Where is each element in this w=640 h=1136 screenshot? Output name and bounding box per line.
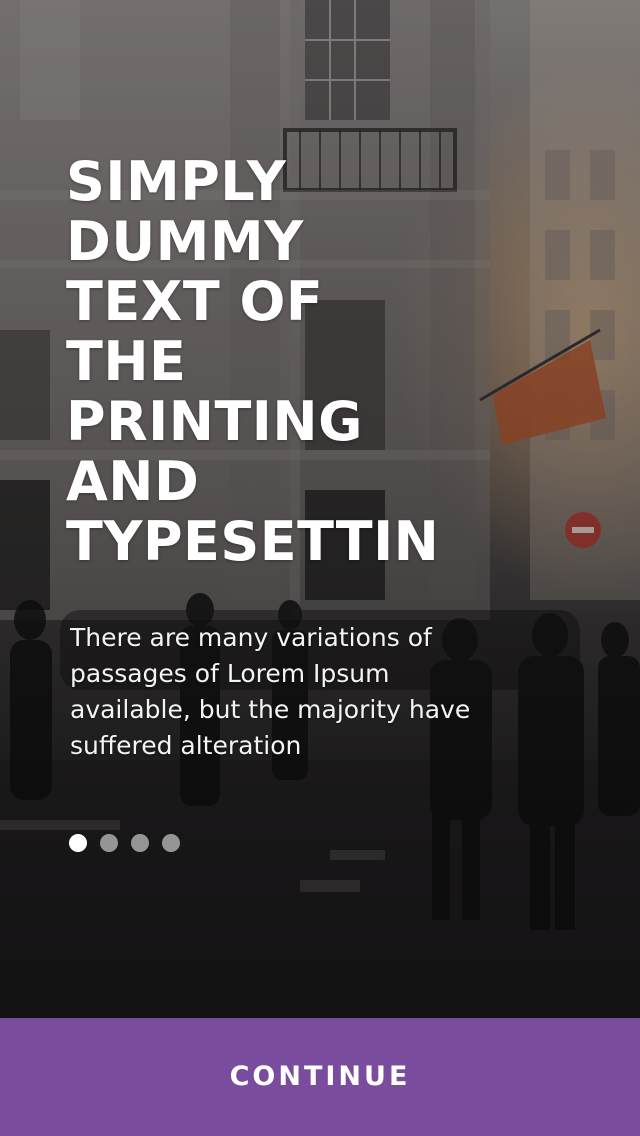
onboarding-screen: SIMPLY DUMMY TEXT OF THE PRINTING AND TY… xyxy=(0,0,640,1136)
page-indicator-dot-3[interactable] xyxy=(131,834,149,852)
page-indicator-dot-2[interactable] xyxy=(100,834,118,852)
page-indicator-dot-4[interactable] xyxy=(162,834,180,852)
page-indicator-dot-1[interactable] xyxy=(69,834,87,852)
onboarding-headline: SIMPLY DUMMY TEXT OF THE PRINTING AND TY… xyxy=(66,150,440,573)
continue-button[interactable]: CONTINUE xyxy=(0,1018,640,1136)
onboarding-description: There are many variations of passages of… xyxy=(70,623,471,760)
page-indicator xyxy=(69,834,180,852)
